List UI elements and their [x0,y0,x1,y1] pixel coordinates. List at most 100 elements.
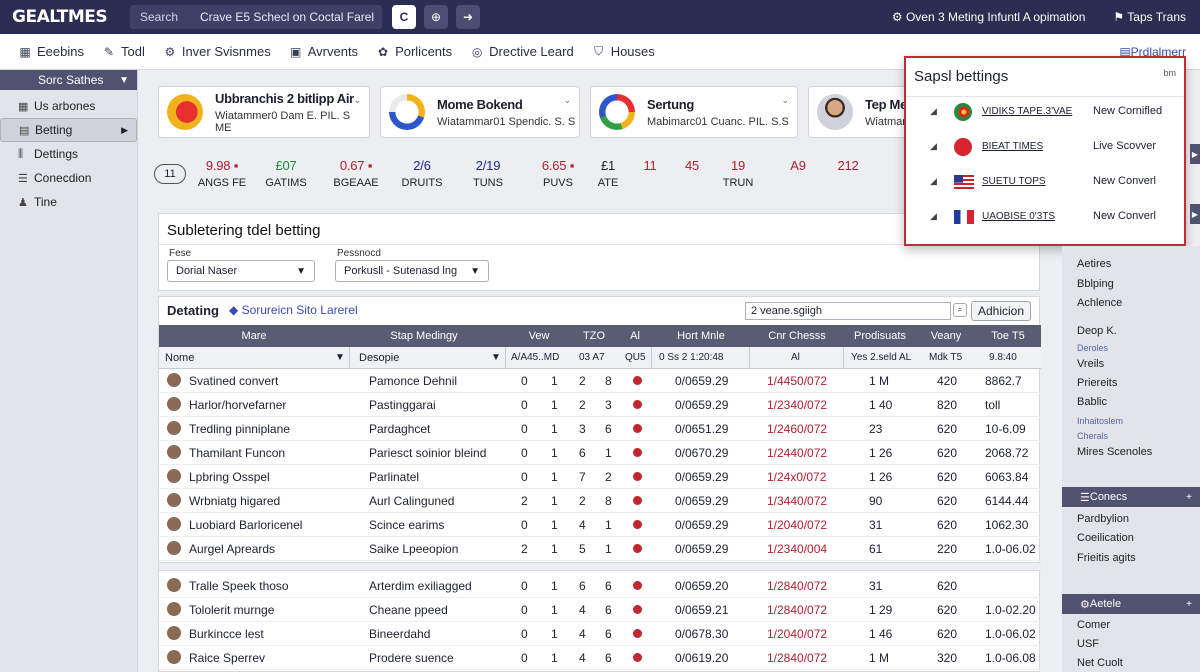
nav-item-todl[interactable]: ✎ Todl [102,44,145,59]
right-item[interactable]: Comer [1077,619,1110,631]
table-row[interactable]: Harlor/horvefarner Pastinggarai 0 1 2 3 0/0659… [159,393,1041,417]
table-row[interactable]: Thamilant Funcon Pariesct soinior bleind 0… [159,441,1041,465]
table-subtitle[interactable]: ◆ Sorureicn Sito Larerel [229,303,358,317]
column-header[interactable]: Prodisuats [843,330,917,342]
right-item[interactable]: USF [1077,638,1099,650]
cell-ratio: 1/2840/072 [767,603,828,617]
column-header[interactable]: Veany [921,330,971,342]
column-header[interactable]: Stap Medingy [349,330,499,342]
c-button[interactable]: C [392,5,416,29]
sidebar-item-tine[interactable]: ♟ Tine [0,190,137,214]
right-item[interactable]: Aetires [1077,258,1111,270]
popup-link[interactable]: UAOBISE 0'3TS [982,211,1055,222]
close-icon[interactable]: bm [1163,68,1176,78]
right-item[interactable]: Achlence [1077,297,1122,309]
right-item[interactable]: Frieitis agits [1077,552,1136,564]
plus-icon[interactable]: + [1186,599,1192,610]
column-header[interactable]: Cnr Chesss [751,330,843,342]
right-item[interactable]: Bablic [1077,396,1107,408]
table-row[interactable]: Aurgel Apreards Saike Lpeeopion 2 1 5 1 0/0659… [159,537,1041,561]
nav-item-eeebins[interactable]: ▦ Eeebins [18,44,84,59]
table-row[interactable]: Raice Sperrev Prodere suence 0 1 4 6 0/0619.20… [159,646,1041,670]
sidebar-item-dettings[interactable]: ⫼ Dettings [0,142,137,166]
add-icon[interactable]: ⊕ [424,5,448,29]
right-item[interactable]: Deop K. [1077,325,1117,337]
table-row[interactable]: Svatined convert Pamonce Dehnil 0 1 2 8 0/0659… [159,369,1041,393]
sidebar-header[interactable]: Sorc Sathes ▼ [0,70,137,90]
popup-link[interactable]: VIDIKS TAPE.3'VAE [982,106,1072,117]
right-item[interactable]: Mires Scenoles [1077,446,1152,458]
plus-icon[interactable]: + [1186,492,1192,503]
product-card[interactable]: Tep Mec Wiatmanu [808,86,908,138]
column-header[interactable]: Mare [159,330,349,342]
right-link[interactable]: Inhaitoslem [1077,416,1123,426]
popup-link[interactable]: BIEAT TIMES [982,141,1043,152]
sidebar-item-us-arbones[interactable]: ▦ Us arbones [0,94,137,118]
table-row[interactable]: Wrbniatg higared Aurl Calinguned 2 1 2 8 0/065… [159,489,1041,513]
column-header[interactable]: Al [621,330,649,342]
nav-item-avrvents[interactable]: ▣ Avrvents [289,44,358,59]
search-input[interactable]: Crave E5 Schecl on Coctal Farel [188,10,374,24]
sort-down-icon[interactable]: ▼ [491,352,501,363]
popup-row[interactable]: ◢ BIEAT TIMES Live Scovver [906,133,1184,163]
right-section-header[interactable]: ☰ Conecs + [1062,487,1200,507]
table-row[interactable]: Tralle Speek thoso Arterdim exiliagged 0 1 6… [159,574,1041,598]
cell-val: 620 [937,518,958,532]
sidebar-item-conecdion[interactable]: ☰ Conecdion [0,166,137,190]
column-header[interactable]: Hort Mnle [653,330,749,342]
chevron-right-icon[interactable]: ▶ [1190,204,1200,224]
notification[interactable]: ⚙ Oven 3 Meting Infuntl A opimation [892,10,1086,24]
chevron-down-icon[interactable]: ⌄ [563,95,571,106]
nav-item-porlicents[interactable]: ✿ Porlicents [376,44,452,59]
product-card[interactable]: Ubbranchis 2 bitlipp Air Wiatammer0 Dam E… [158,86,370,138]
column-header[interactable]: Toe T5 [975,330,1041,342]
table-row[interactable]: Tredling pinniplane Pardaghcet 0 1 3 6 0/0651.… [159,417,1041,441]
right-item[interactable]: Pardbylion [1077,513,1129,525]
right-item[interactable]: Priereits [1077,377,1117,389]
table-row[interactable]: Burkincce lest Bineerdahd 0 1 4 6 0/0678.30 1/2… [159,622,1041,646]
cell-desc: Bineerdahd [369,627,431,641]
search-icon[interactable]: ⌕ [953,303,967,317]
sidebar-item-betting[interactable]: ▤ Betting ▶ [0,118,137,142]
right-section-header[interactable]: ⚙ Aetele + [1062,594,1200,614]
table-row[interactable]: Tololerit murnge Cheane ppeed 0 1 4 6 0/0659.2… [159,598,1041,622]
filter-desc[interactable]: Desopie [359,352,399,364]
search-scope[interactable]: Search [130,10,188,24]
table-row[interactable]: Luobiard Barloricenel Scince earims 0 1 4 1 0/… [159,513,1041,537]
pessnocd-select[interactable]: Porkusll - Sutenasd lng ▼ [335,260,489,282]
popup-row[interactable]: ◢ SUETU TOPS New Converl [906,168,1184,198]
right-item[interactable]: Net Cuolt [1077,657,1123,669]
right-item[interactable]: Bblping [1077,278,1114,290]
sort-down-icon[interactable]: ▼ [335,352,345,363]
filter-name[interactable]: Nome [165,352,194,364]
column-header[interactable]: TZO [569,330,619,342]
forward-icon[interactable]: ➜ [456,5,480,29]
table-row[interactable]: Lpbring Osspel Parlinatel 0 1 7 2 0/0659.29 1/2… [159,465,1041,489]
table-search-input[interactable]: 2 veane.sgiigh [745,302,951,320]
nav-item-drective[interactable]: ◎ Drective Leard [470,44,574,59]
nav-item-inver[interactable]: ⚙ Inver Svisnmes [163,44,270,59]
right-item[interactable]: Vreils [1077,358,1104,370]
product-card[interactable]: Sertung Mabimarc01 Cuanc. PIL. S.S ⌄ [590,86,798,138]
global-search[interactable]: Search Crave E5 Schecl on Coctal Farel [130,5,382,29]
chevron-down-icon[interactable]: ▼ [119,75,129,86]
fese-select[interactable]: Dorial Naser ▼ [167,260,315,282]
app-logo[interactable]: GEALTMES [12,7,120,27]
chevron-right-icon[interactable]: ▶ [1190,144,1200,164]
product-card[interactable]: Mome Bokend Wiatammar01 Spendic. S. S ⌄ [380,86,580,138]
right-item[interactable]: Coeilication [1077,532,1134,544]
popup-row[interactable]: ◢ UAOBISE 0'3TS New Converl [906,203,1184,233]
chevron-down-icon[interactable]: ⌄ [353,95,361,106]
popup-row[interactable]: ◢ VIDIKS TAPE.3'VAE New Cornifled [906,98,1184,128]
cell-ratio: 1/2840/072 [767,651,828,665]
column-header[interactable]: Vew [505,330,573,342]
right-link[interactable]: Deroles [1077,343,1108,353]
nav-item-houses[interactable]: ⛉ Houses [592,44,655,59]
cell-total: toll [985,398,1001,412]
chevron-down-icon[interactable]: ⌄ [781,95,789,106]
add-button[interactable]: Adhicion [971,301,1031,321]
right-link[interactable]: Cherals [1077,431,1108,441]
user-menu[interactable]: ⚑ Taps Trans [1113,10,1186,24]
japan-flag-icon [954,138,972,156]
popup-link[interactable]: SUETU TOPS [982,176,1046,187]
